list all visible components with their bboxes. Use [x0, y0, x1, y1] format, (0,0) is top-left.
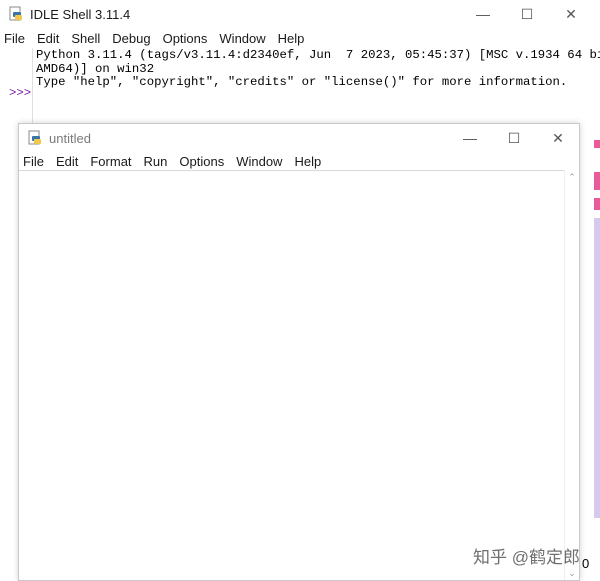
shell-menu-edit[interactable]: Edit: [31, 31, 65, 46]
shell-line-2: AMD64)] on win32: [36, 61, 155, 76]
scroll-up-arrow-icon[interactable]: ⌃: [567, 172, 577, 182]
shell-menu-help[interactable]: Help: [272, 31, 311, 46]
editor-menu-window[interactable]: Window: [230, 154, 288, 169]
shell-gutter-divider: [32, 48, 33, 128]
python-file-icon: [8, 6, 24, 22]
editor-menu-help[interactable]: Help: [288, 154, 327, 169]
editor-menu-options[interactable]: Options: [173, 154, 230, 169]
background-text-fragment: 0: [582, 556, 590, 571]
shell-menubar: File Edit Shell Debug Options Window Hel…: [0, 28, 594, 48]
shell-menu-options[interactable]: Options: [157, 31, 214, 46]
editor-menu-edit[interactable]: Edit: [50, 154, 84, 169]
shell-line-1: Python 3.11.4 (tags/v3.11.4:d2340ef, Jun…: [36, 48, 600, 62]
editor-menu-file[interactable]: File: [19, 154, 50, 169]
editor-maximize-button[interactable]: ☐: [491, 124, 537, 152]
shell-prompt: >>>: [9, 86, 32, 100]
shell-output[interactable]: Python 3.11.4 (tags/v3.11.4:d2340ef, Jun…: [36, 48, 600, 90]
editor-vertical-scrollbar[interactable]: ⌃ ⌄: [564, 170, 579, 580]
shell-maximize-button[interactable]: ☐: [504, 0, 550, 28]
shell-menu-shell[interactable]: Shell: [65, 31, 106, 46]
editor-menu-run[interactable]: Run: [138, 154, 174, 169]
scroll-down-arrow-icon[interactable]: ⌄: [567, 568, 577, 578]
editor-title: untitled: [49, 130, 91, 146]
editor-minimize-button[interactable]: —: [447, 124, 493, 152]
watermark: 知乎 @鹤定郎: [473, 548, 580, 567]
shell-line-3: Type "help", "copyright", "credits" or "…: [36, 75, 568, 89]
shell-title: IDLE Shell 3.11.4: [30, 6, 131, 22]
shell-close-button[interactable]: ✕: [548, 0, 594, 28]
editor-text-area[interactable]: [19, 170, 565, 580]
editor-close-button[interactable]: ✕: [535, 124, 581, 152]
editor-window: untitled — ☐ ✕ File Edit Format Run Opti…: [18, 123, 580, 581]
shell-menu-debug[interactable]: Debug: [106, 31, 156, 46]
background-window-edge: [594, 0, 600, 581]
editor-menubar: File Edit Format Run Options Window Help: [19, 151, 579, 171]
shell-menu-file[interactable]: File: [0, 31, 31, 46]
shell-minimize-button[interactable]: —: [460, 0, 506, 28]
editor-menu-format[interactable]: Format: [84, 154, 137, 169]
shell-menu-window[interactable]: Window: [213, 31, 271, 46]
idle-shell-window: IDLE Shell 3.11.4 — ☐ ✕ File Edit Shell …: [0, 0, 600, 130]
python-file-icon: [27, 130, 43, 146]
